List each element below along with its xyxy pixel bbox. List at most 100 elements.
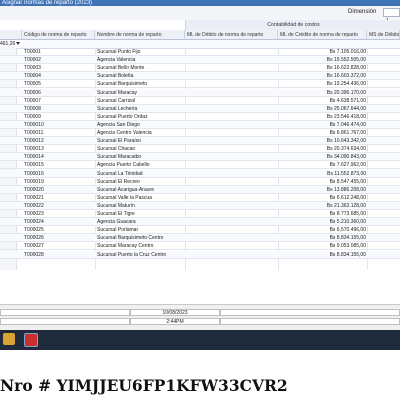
cell-ml-debit[interactable] <box>187 89 277 97</box>
cell-ms-debit[interactable] <box>368 178 400 186</box>
cell-code[interactable]: T000014 <box>24 153 94 161</box>
cell-name[interactable]: Sucursal Boleíta <box>97 72 185 80</box>
cell-code[interactable]: T00003 <box>24 64 94 72</box>
cell-ml-credit[interactable]: Bs 6.861.767,00 <box>280 129 366 137</box>
table-row[interactable]: T000019 Sucursal El Recreo Bs 8.547.455,00 <box>0 178 400 186</box>
cell-ml-debit[interactable] <box>187 226 277 234</box>
cell-code[interactable]: T00002 <box>24 56 94 64</box>
cell-ms-debit[interactable] <box>368 105 400 113</box>
cell-ml-credit[interactable]: Bs 4.638.571,00 <box>280 97 366 105</box>
cell-ml-credit[interactable]: Bs 8.773.685,00 <box>280 210 366 218</box>
cell-ml-debit[interactable] <box>187 186 277 194</box>
table-row[interactable]: T000010 Agencia San Diego Bs 7.046.474,00 <box>0 120 400 129</box>
cell-code[interactable]: T000023 <box>24 210 94 218</box>
cell-ms-debit[interactable] <box>368 234 400 242</box>
cell-ms-debit[interactable] <box>368 210 400 218</box>
cell-name[interactable]: Sucursal Lechería <box>97 105 185 113</box>
table-row[interactable]: T000012 Sucursal El Paraíso Bs 10.643.342,… <box>0 137 400 146</box>
cell-ms-debit[interactable] <box>368 113 400 121</box>
cell-name[interactable]: Agencia Puerto Cabello <box>97 161 185 169</box>
cell-ms-debit[interactable] <box>368 80 400 88</box>
cell-ml-debit[interactable] <box>187 218 277 226</box>
cell-ml-credit[interactable]: Bs 11.552.873,00 <box>280 170 366 178</box>
cell-ml-debit[interactable] <box>187 210 277 218</box>
cell-code[interactable]: T000013 <box>24 145 94 153</box>
cell-ml-debit[interactable] <box>187 105 277 113</box>
cell-code[interactable]: T000027 <box>24 242 94 250</box>
table-row[interactable]: T00003 Sucursal Bello Monte Bs 16.622.828,… <box>0 64 400 73</box>
cell-name[interactable]: Sucursal Barquisimeto Centro <box>97 234 185 242</box>
table-row[interactable]: T000015 Agencia Puerto Cabello Bs 7.627.96… <box>0 161 400 170</box>
column-header-ml-debit[interactable]: ML de Débito de norma de reparto <box>185 30 278 40</box>
column-header-ms-debit[interactable]: MS de Débito <box>367 30 400 40</box>
table-row[interactable]: T000023 Sucursal El Tigre Bs 8.773.685,00 <box>0 210 400 219</box>
table-row[interactable]: T00008 Sucursal Lechería Bs 25.067.644,00 <box>0 104 400 113</box>
table-row[interactable]: T000021 Sucursal Valle la Pascua Bs 6.612.… <box>0 194 400 202</box>
cell-ms-debit[interactable] <box>368 64 400 72</box>
cell-ml-debit[interactable] <box>187 202 277 210</box>
cell-ml-credit[interactable]: Bs 8.834.155,00 <box>280 251 366 259</box>
cell-code[interactable]: T000028 <box>24 251 94 259</box>
cell-ml-debit[interactable] <box>187 137 277 145</box>
cell-name[interactable]: Sucursal Maracaibo <box>97 153 185 161</box>
cell-ml-debit[interactable] <box>187 121 277 129</box>
cell-ml-debit[interactable] <box>187 48 277 56</box>
cell-code[interactable]: T000025 <box>24 226 94 234</box>
table-row[interactable]: T00009 Sucursal Puerto Ordaz Bs 23.546.418… <box>0 113 400 121</box>
cell-code[interactable]: T000022 <box>24 202 94 210</box>
cell-ms-debit[interactable] <box>368 48 400 56</box>
cell-name[interactable]: Sucursal Puerto la Cruz Centro <box>97 251 185 259</box>
cell-ml-debit[interactable] <box>187 194 277 202</box>
cell-ml-debit[interactable] <box>187 178 277 186</box>
cell-ml-credit[interactable]: Bs 13.886.208,00 <box>280 186 366 194</box>
cell-ms-debit[interactable] <box>368 170 400 178</box>
column-header-ml-credit[interactable]: ML de Crédito de norma de reparto <box>278 30 367 40</box>
cell-ms-debit[interactable] <box>368 137 400 145</box>
cell-name[interactable]: Sucursal Chacao <box>97 145 185 153</box>
cell-code[interactable]: T000010 <box>24 121 94 129</box>
cell-name[interactable]: Sucursal El Tigre <box>97 210 185 218</box>
cell-ms-debit[interactable] <box>368 186 400 194</box>
table-row[interactable]: T000014 Sucursal Maracaibo Bs 34.090.843,0… <box>0 153 400 162</box>
cell-ms-debit[interactable] <box>368 153 400 161</box>
cell-ml-credit[interactable]: Bs 6.570.496,00 <box>280 226 366 234</box>
cell-name[interactable]: Agencia Guacara <box>97 218 185 226</box>
cell-ml-credit[interactable]: Bs 16.622.828,00 <box>280 64 366 72</box>
cell-code[interactable]: T000026 <box>24 234 94 242</box>
cell-name[interactable]: Sucursal El Recreo <box>97 178 185 186</box>
cell-ms-debit[interactable] <box>368 129 400 137</box>
cell-code[interactable]: T000021 <box>24 194 94 202</box>
cell-ml-debit[interactable] <box>187 80 277 88</box>
cell-ml-debit[interactable] <box>187 129 277 137</box>
cell-ms-debit[interactable] <box>368 242 400 250</box>
cell-name[interactable]: Sucursal Barquisimeto <box>97 80 185 88</box>
cell-ml-credit[interactable]: Bs 21.363.128,00 <box>280 202 366 210</box>
dimension-select[interactable]: 1 <box>383 8 400 24</box>
filter-dropdown-icon[interactable] <box>16 42 20 45</box>
table-row[interactable]: T00001 Sucursal Punto Fijo Bs 7.105.016,00 <box>0 48 400 57</box>
cell-ml-debit[interactable] <box>187 56 277 64</box>
cell-ml-credit[interactable]: Bs 16.603.372,00 <box>280 72 366 80</box>
cell-ml-credit[interactable]: Bs 8.834.155,00 <box>280 234 366 242</box>
table-row[interactable]: T000013 Sucursal Chacao Bs 20.374.634,00 <box>0 145 400 154</box>
table-row[interactable]: T000016 Sucursal La Trinidad Bs 11.552.873… <box>0 169 400 178</box>
cell-ml-credit[interactable]: Bs 19.254.436,00 <box>280 80 366 88</box>
table-row[interactable]: T000027 Sucursal Maracay Centro Bs 9.053.0… <box>0 242 400 251</box>
table-row[interactable]: T000028 Sucursal Puerto la Cruz Centro Bs … <box>0 250 400 259</box>
cell-ms-debit[interactable] <box>368 226 400 234</box>
cell-ml-debit[interactable] <box>187 170 277 178</box>
table-row[interactable]: T00007 Sucursal Carrizal Bs 4.638.571,00 <box>0 97 400 105</box>
cell-name[interactable]: Agencia Valencia <box>97 56 185 64</box>
column-header-code[interactable]: Código de norma de reparto <box>22 30 95 40</box>
cell-ml-credit[interactable]: Bs 10.643.342,00 <box>280 137 366 145</box>
cell-ml-credit[interactable]: Bs 20.396.170,00 <box>280 89 366 97</box>
table-row[interactable]: T000024 Agencia Guacara Bs 5.210.360,00 <box>0 218 400 227</box>
cell-ms-debit[interactable] <box>368 145 400 153</box>
cell-ml-debit[interactable] <box>187 145 277 153</box>
cell-ml-credit[interactable]: Bs 7.627.962,00 <box>280 161 366 169</box>
table-row[interactable]: T00006 Sucursal Maracay Bs 20.396.170,00 <box>0 88 400 97</box>
cell-ml-credit[interactable]: Bs 34.090.843,00 <box>280 153 366 161</box>
table-row[interactable]: T000022 Sucursal Maturín Bs 21.363.128,00 <box>0 201 400 210</box>
cell-code[interactable]: T000012 <box>24 137 94 145</box>
cell-name[interactable]: Agencia San Diego <box>97 121 185 129</box>
